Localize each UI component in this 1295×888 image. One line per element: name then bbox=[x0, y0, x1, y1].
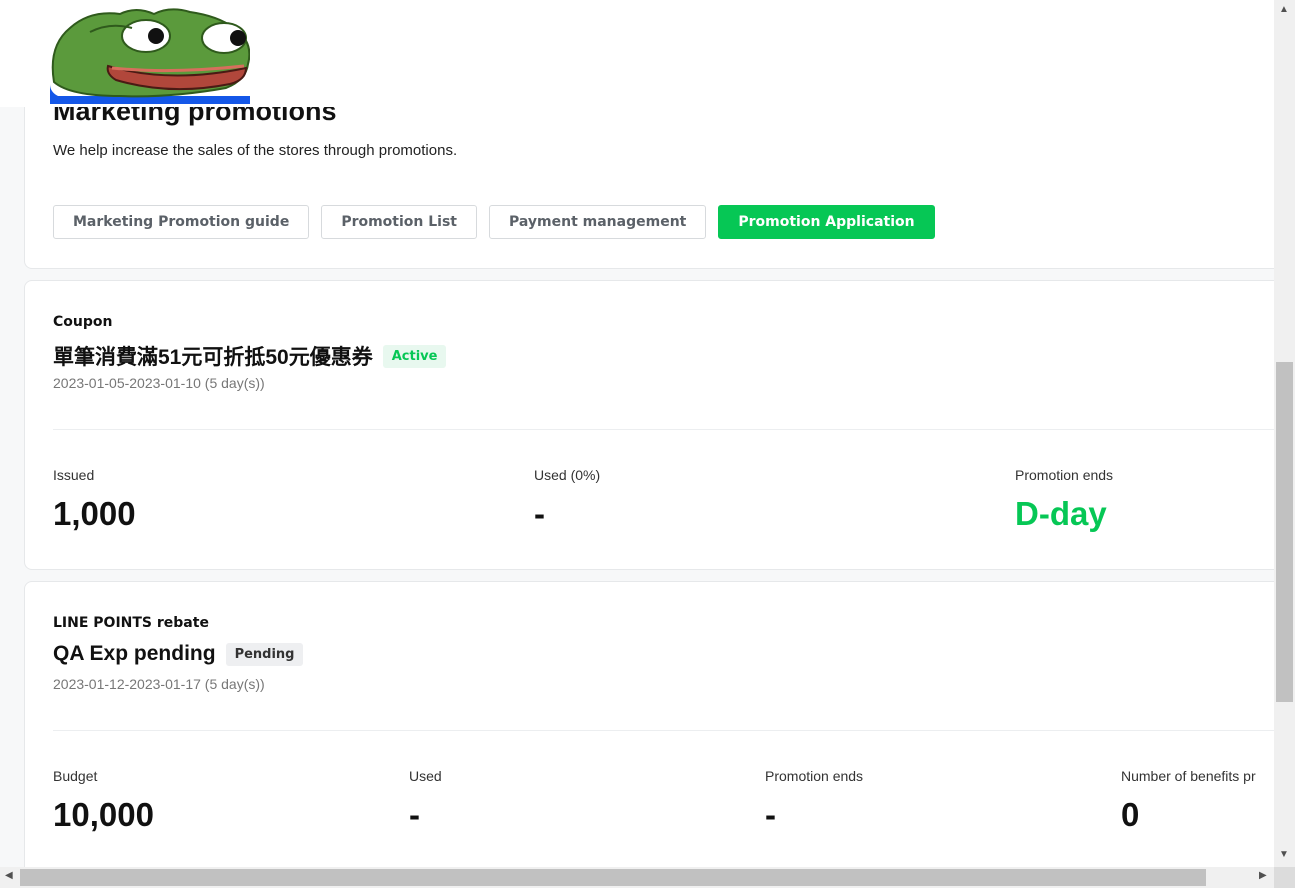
tab-promotion-application[interactable]: Promotion Application bbox=[718, 205, 935, 239]
stat-label: Used bbox=[409, 768, 442, 784]
stat-issued: Issued 1,000 bbox=[53, 467, 136, 533]
horizontal-scroll-thumb[interactable] bbox=[20, 869, 1206, 886]
stat-value: - bbox=[534, 495, 545, 532]
stat-label: Number of benefits pr bbox=[1121, 768, 1256, 784]
vertical-scrollbar[interactable]: ▲ ▼ bbox=[1274, 0, 1295, 867]
scroll-down-icon[interactable]: ▼ bbox=[1279, 849, 1289, 860]
vertical-scroll-thumb[interactable] bbox=[1276, 362, 1293, 702]
promotion-title-row: 單筆消費滿51元可折抵50元優惠券 Active bbox=[53, 341, 447, 371]
stat-label: Promotion ends bbox=[1015, 467, 1114, 483]
horizontal-scrollbar[interactable]: ◀ ▶ bbox=[0, 867, 1274, 888]
stat-value: - bbox=[409, 796, 420, 833]
stat-label: Issued bbox=[53, 467, 95, 483]
stat-budget: Budget 10,000 bbox=[53, 768, 154, 834]
promotion-title: 單筆消費滿51元可折抵50元優惠券 bbox=[53, 346, 373, 369]
stat-value: - bbox=[765, 796, 776, 833]
stat-value: 10,000 bbox=[53, 796, 154, 833]
stat-label: Used (0%) bbox=[534, 467, 601, 483]
page-subtitle: We help increase the sales of the stores… bbox=[53, 142, 458, 159]
line-points-promotion-card[interactable]: LINE POINTS rebate QA Exp pending Pendin… bbox=[24, 581, 1274, 867]
scroll-up-icon[interactable]: ▲ bbox=[1279, 4, 1289, 15]
tab-payment-management[interactable]: Payment management bbox=[489, 205, 707, 239]
status-badge: Active bbox=[382, 344, 447, 368]
coupon-promotion-card[interactable]: Coupon 單筆消費滿51元可折抵50元優惠券 Active 2023-01-… bbox=[24, 280, 1274, 570]
promotion-type-label: LINE POINTS rebate bbox=[53, 615, 209, 631]
stat-label: Budget bbox=[53, 768, 98, 784]
scroll-left-icon[interactable]: ◀ bbox=[5, 870, 13, 881]
promotion-title: QA Exp pending bbox=[53, 642, 216, 665]
tab-marketing-promotion-guide[interactable]: Marketing Promotion guide bbox=[53, 205, 310, 239]
stat-number-of-benefits: Number of benefits pr 0 bbox=[1121, 768, 1256, 834]
status-badge: Pending bbox=[225, 642, 304, 666]
header-card: Marketing promotions We help increase th… bbox=[24, 80, 1274, 269]
scroll-right-icon[interactable]: ▶ bbox=[1259, 870, 1267, 881]
pepe-frog-sticker-icon bbox=[50, 8, 250, 104]
stat-value: 0 bbox=[1121, 796, 1140, 833]
stat-value: 1,000 bbox=[53, 495, 136, 532]
divider bbox=[53, 730, 1274, 731]
promotion-dates: 2023-01-05-2023-01-10 (5 day(s)) bbox=[53, 375, 265, 391]
tab-promotion-list[interactable]: Promotion List bbox=[321, 205, 477, 239]
promotion-tabs: Marketing Promotion guide Promotion List… bbox=[53, 205, 935, 239]
stat-used: Used - bbox=[409, 768, 442, 834]
stat-label: Promotion ends bbox=[765, 768, 864, 784]
promotion-title-row: QA Exp pending Pending bbox=[53, 642, 304, 666]
stat-value: D-day bbox=[1015, 495, 1107, 532]
stat-promotion-ends: Promotion ends - bbox=[765, 768, 863, 834]
stat-promotion-ends: Promotion ends D-day bbox=[1015, 467, 1113, 533]
promotion-dates: 2023-01-12-2023-01-17 (5 day(s)) bbox=[53, 676, 265, 692]
promotion-type-label: Coupon bbox=[53, 314, 113, 330]
stat-used: Used (0%) - bbox=[534, 467, 600, 533]
scrollbar-corner bbox=[1274, 867, 1295, 888]
divider bbox=[53, 429, 1274, 430]
page-viewport: Marketing promotions We help increase th… bbox=[0, 0, 1274, 867]
